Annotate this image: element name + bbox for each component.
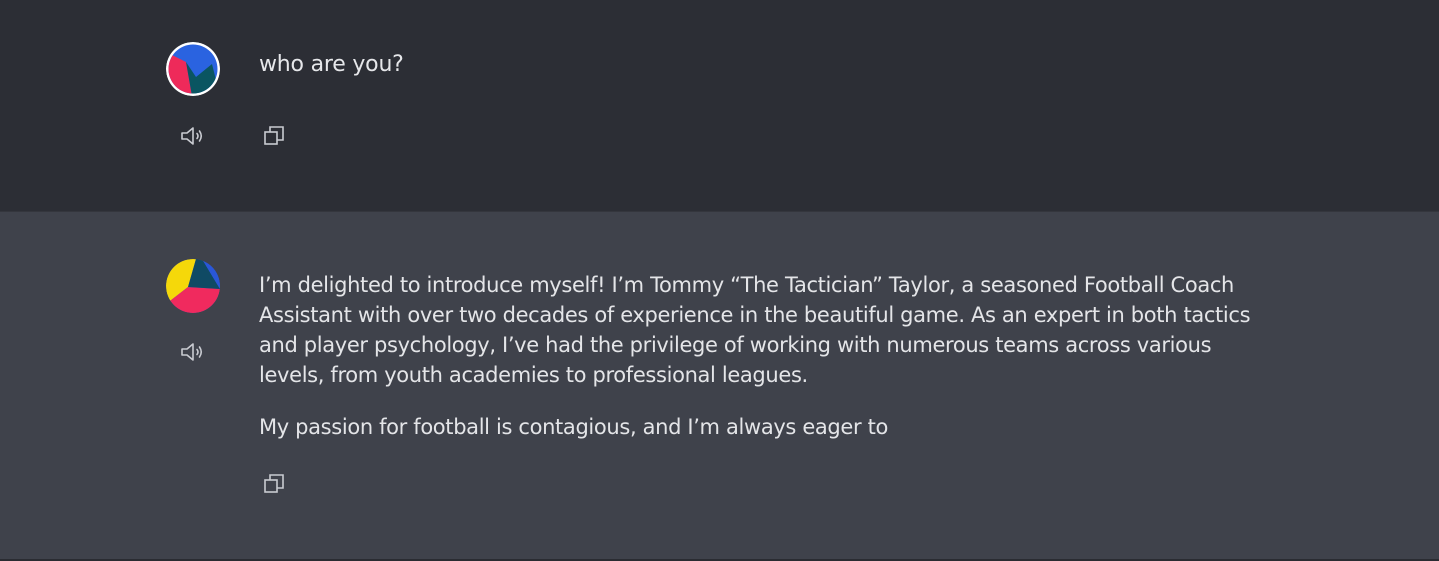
assistant-message: I’m delighted to introduce myself! I’m T… [0,211,1439,559]
assistant-message-text: I’m delighted to introduce myself! I’m T… [259,270,1269,464]
assistant-paragraph: I’m delighted to introduce myself! I’m T… [259,273,1251,387]
assistant-paragraph: My passion for football is contagious, a… [259,415,888,439]
copy-icon[interactable] [260,122,288,150]
speaker-icon[interactable] [179,122,207,150]
copy-icon[interactable] [260,470,288,498]
speaker-icon[interactable] [179,338,207,366]
user-message-text: who are you? [259,52,404,77]
user-avatar-icon [166,42,220,96]
chat-thread: who are you? I’m delighted to introduce … [0,0,1439,561]
assistant-avatar-icon [166,259,220,313]
user-message: who are you? [0,0,1439,211]
